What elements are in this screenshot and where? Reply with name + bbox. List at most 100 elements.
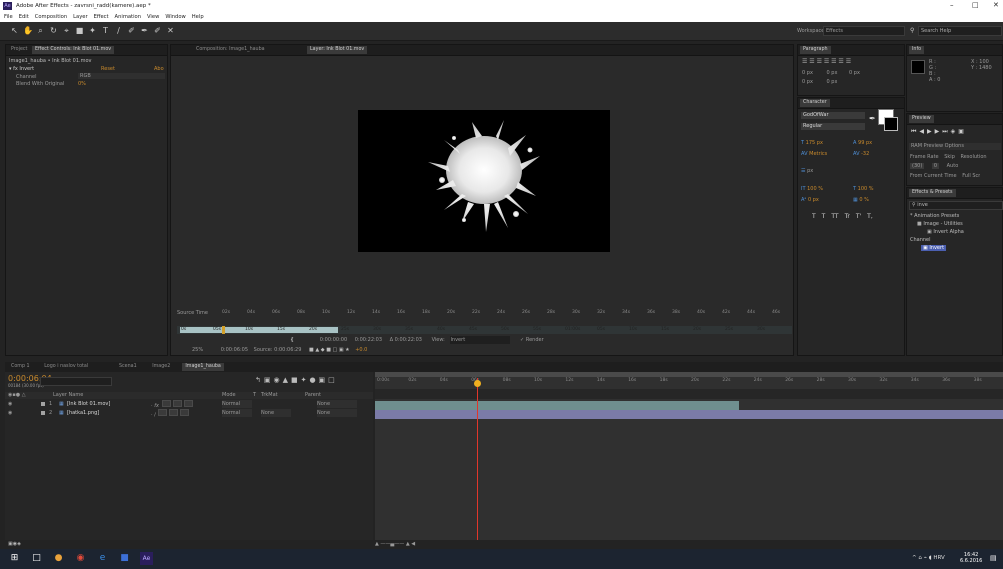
layer-row[interactable]: ◉ 1 ▦ [Ink Blot 01.mov] ⋅ fx Normal None <box>5 400 373 408</box>
clock[interactable]: 16:42 6.6.2016 <box>960 552 982 564</box>
playhead[interactable] <box>474 378 482 540</box>
view-dropdown[interactable]: Invert <box>450 336 511 344</box>
tab-project[interactable]: Project <box>8 46 30 54</box>
tab-info[interactable]: Info <box>909 46 925 54</box>
taskbar-app-icon[interactable]: Ae <box>140 552 153 565</box>
timeline-tab[interactable]: Logo i naslov total <box>41 363 91 371</box>
layer-mode-dropdown[interactable]: Normal <box>222 400 252 408</box>
layer-color-label[interactable] <box>41 411 45 415</box>
language-indicator[interactable]: HRV <box>933 555 944 561</box>
menu-item-edit[interactable]: Edit <box>19 12 29 22</box>
time-marker-icon[interactable] <box>222 326 225 334</box>
timecode-out[interactable]: 0:00:22:03 <box>355 337 382 343</box>
search-help-input[interactable]: Search Help <box>918 26 1002 36</box>
taskbar-app-icon[interactable]: ⊞ <box>8 552 21 565</box>
tree-invert-alpha[interactable]: ▣ Invert Alpha <box>927 229 964 235</box>
tree-invert[interactable]: ▣ Invert <box>921 245 947 251</box>
zoom-dropdown[interactable]: 25% <box>192 347 203 353</box>
taskbar-app-icon[interactable]: ◉ <box>74 552 87 565</box>
preview-options-row[interactable]: From Current Time Full Scr <box>910 173 980 179</box>
visibility-eye-icon[interactable]: ◉ <box>8 410 12 416</box>
timeline-tab[interactable]: Image2 <box>149 363 173 371</box>
taskbar-app-icon[interactable]: ■ <box>118 552 131 565</box>
space-before[interactable]: 0 px <box>802 79 813 85</box>
layer-name[interactable]: [hatka1.png] <box>67 409 99 417</box>
volume-icon[interactable]: ◖ <box>929 555 932 561</box>
tool-icon-5[interactable]: ■ <box>75 26 84 35</box>
layer-2-duration-bar[interactable] <box>375 410 1003 419</box>
composition-canvas[interactable] <box>358 110 610 252</box>
ram-preview-options[interactable]: RAM Preview Options <box>909 143 1001 150</box>
layer-switches[interactable]: ⋅ ∕ <box>151 409 190 417</box>
menu-item-help[interactable]: Help <box>192 12 204 22</box>
stroke-width-value[interactable]: px <box>807 168 813 174</box>
exposure-offset[interactable]: +0.0 <box>355 347 367 353</box>
resolution-dropdown[interactable]: Auto <box>947 163 959 169</box>
tool-icon-6[interactable]: ✦ <box>88 26 97 35</box>
timeline-search-input[interactable] <box>40 377 112 386</box>
layer-row[interactable]: ◉ 2 ▦ [hatka1.png] ⋅ ∕ Normal None None <box>5 409 373 417</box>
tool-icon-7[interactable]: T <box>101 26 110 35</box>
indent-left[interactable]: 0 px <box>802 70 813 76</box>
wifi-icon[interactable]: ⌁ <box>924 555 927 561</box>
tab-effects-presets[interactable]: Effects & Presets <box>909 189 956 197</box>
network-icon[interactable]: ⌂ <box>918 555 922 561</box>
layer-parent-dropdown[interactable]: None <box>317 409 357 417</box>
layer-1-duration-bar[interactable] <box>375 401 739 410</box>
render-checkbox[interactable]: ✓ Render <box>520 337 544 343</box>
taskbar-app-icon[interactable]: e <box>96 552 109 565</box>
leading-value[interactable]: 99 px <box>858 140 872 146</box>
text-style-button[interactable]: T' <box>856 213 861 220</box>
maximize-button[interactable]: □ <box>972 1 979 9</box>
font-style-dropdown[interactable]: Regular <box>801 123 865 130</box>
timeline-tab[interactable]: Comp 1 <box>8 363 33 371</box>
system-tray[interactable]: ^ ⌂ ⌁ ◖ HRV <box>912 555 945 561</box>
timeline-footer-icons[interactable]: ▣◉◈ <box>8 541 21 547</box>
text-style-buttons[interactable]: T T TT Tr T' T, <box>812 213 879 220</box>
tray-expand-icon[interactable]: ^ <box>912 555 917 561</box>
taskbar-app-icon[interactable]: ● <box>52 552 65 565</box>
tool-icon-9[interactable]: ✐ <box>127 26 136 35</box>
channel-dropdown[interactable]: RGB <box>78 73 165 79</box>
tsume-value[interactable]: 0 % <box>859 197 869 203</box>
layer-time-bar[interactable]: 0s 05s 10s 15s 20s 25s 30s 35s 40s 45s 50s 55s 01:00… <box>177 326 792 334</box>
menu-item-layer[interactable]: Layer <box>73 12 87 22</box>
frame-rate-dropdown[interactable]: (30) <box>910 163 925 169</box>
notifications-icon[interactable]: ▤ <box>990 554 997 562</box>
leading-field[interactable]: A 99 px <box>853 140 872 146</box>
tracking-field[interactable]: AV -32 <box>853 151 869 157</box>
layer-name[interactable]: [Ink Blot 01.mov] <box>67 400 110 408</box>
tool-icon-0[interactable]: ↖ <box>10 26 19 35</box>
current-time-display[interactable]: 0:00:06:05 <box>221 347 248 353</box>
timeline-ruler[interactable]: 0:00s02s04s06s08s10s12s14s16s18s20s22s24… <box>375 378 1003 388</box>
work-area-bar[interactable] <box>375 372 1003 377</box>
tsume-field[interactable]: ▦ 0 % <box>853 197 869 203</box>
text-style-button[interactable]: TT <box>831 213 838 220</box>
in-point-icon[interactable]: ❴ <box>290 337 294 343</box>
tool-icon-4[interactable]: ⌖ <box>62 26 71 35</box>
skip-dropdown[interactable]: 0 <box>931 163 940 169</box>
tool-icon-11[interactable]: ✐ <box>153 26 162 35</box>
menu-item-file[interactable]: File <box>4 12 13 22</box>
tree-image-utilities[interactable]: ■ Image - Utilities <box>917 221 963 227</box>
text-style-button[interactable]: Tr <box>845 213 850 220</box>
about-link[interactable]: Abo <box>154 66 164 72</box>
taskbar-app-icon[interactable]: □ <box>30 552 43 565</box>
space-after[interactable]: 0 px <box>827 79 838 85</box>
tool-icon-8[interactable]: ∕ <box>114 26 123 35</box>
eyedropper-icon[interactable]: ✒ <box>869 114 876 123</box>
vscale-value[interactable]: 100 % <box>807 186 823 192</box>
text-style-button[interactable]: T <box>822 213 826 220</box>
viewer-tool-icons[interactable]: ■ ▲ ◆ ■ □ ▣ ★ <box>309 347 350 353</box>
text-style-button[interactable]: T <box>812 213 816 220</box>
baseline-shift-field[interactable]: Aᵃ 0 px <box>801 197 819 203</box>
tracking-value[interactable]: -32 <box>861 151 869 157</box>
layer-color-label[interactable] <box>41 402 45 406</box>
tab-paragraph[interactable]: Paragraph <box>800 46 831 54</box>
playback-controls[interactable]: ⏮◀▶▶⏭◈▣ <box>911 128 967 136</box>
close-button[interactable]: ✕ <box>993 1 999 9</box>
kerning-field[interactable]: AV Metrics <box>801 151 827 157</box>
indent-first[interactable]: 0 px <box>849 70 860 76</box>
visibility-eye-icon[interactable]: ◉ <box>8 401 12 407</box>
timeline-tab[interactable]: Scena1 <box>116 363 140 371</box>
